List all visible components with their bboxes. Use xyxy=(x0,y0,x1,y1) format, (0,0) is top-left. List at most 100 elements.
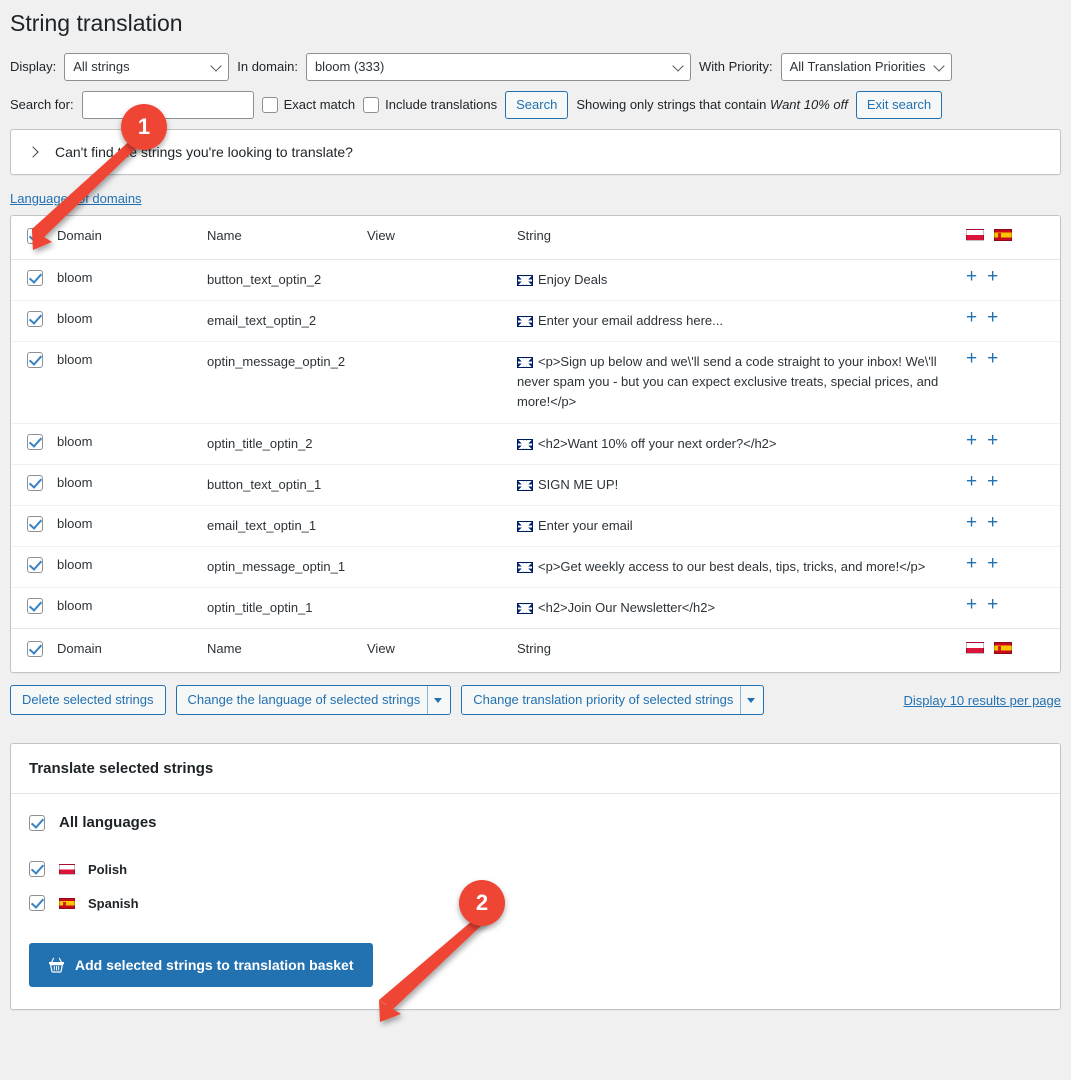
priority-select-value: All Translation Priorities xyxy=(789,59,926,75)
plus-icon[interactable]: + xyxy=(987,349,998,368)
footer-string[interactable]: String xyxy=(511,629,960,673)
header-languages xyxy=(960,216,1060,260)
plus-icon[interactable]: + xyxy=(966,349,977,368)
exit-search-button[interactable]: Exit search xyxy=(855,90,943,119)
plus-icon[interactable]: + xyxy=(987,431,998,450)
filter-row-search: Search for: Exact match Include translat… xyxy=(10,90,1061,119)
add-to-basket-button[interactable]: Add selected strings to translation bask… xyxy=(29,943,373,988)
polish-flag-icon xyxy=(966,228,984,241)
exact-match-checkbox[interactable] xyxy=(261,96,278,113)
uk-flag-icon xyxy=(517,274,533,286)
in-domain-label: In domain: xyxy=(237,59,298,75)
row-checkbox[interactable] xyxy=(27,515,43,532)
row-checkbox[interactable] xyxy=(27,598,43,615)
cell-string-text: Enter your email address here... xyxy=(538,313,723,329)
uk-flag-icon xyxy=(517,357,533,369)
plus-icon[interactable]: + xyxy=(966,431,977,450)
divider xyxy=(740,686,742,715)
search-button[interactable]: Search xyxy=(505,90,569,119)
plus-icon[interactable]: + xyxy=(966,267,977,286)
translate-selected-strings-panel: Translate selected strings All languages… xyxy=(10,743,1061,1011)
cell-domain: bloom xyxy=(57,433,93,449)
all-languages-option[interactable]: All languages xyxy=(29,814,1042,831)
page-root: String translation Display: All strings … xyxy=(0,0,1071,1011)
footer-name[interactable]: Name xyxy=(201,629,361,673)
uk-flag-icon xyxy=(517,603,533,615)
cell-name: optin_title_optin_2 xyxy=(207,435,313,451)
cell-string-text: <p>Get weekly access to our best deals, … xyxy=(538,559,926,575)
change-priority-dropdown[interactable]: Change translation priority of selected … xyxy=(461,685,765,716)
all-languages-checkbox[interactable] xyxy=(29,814,45,831)
include-translations-checkbox[interactable] xyxy=(363,96,380,113)
cell-string-text: <p>Sign up below and we\'ll send a code … xyxy=(517,354,939,410)
include-translations-label: Include translations xyxy=(385,97,498,113)
priority-select[interactable]: All Translation Priorities xyxy=(780,52,953,81)
change-language-label: Change the language of selected strings xyxy=(187,692,421,708)
cell-view xyxy=(361,588,511,629)
language-checkbox[interactable] xyxy=(29,895,45,912)
row-checkbox[interactable] xyxy=(27,311,43,328)
row-checkbox[interactable] xyxy=(27,474,43,491)
language-option-spanish[interactable]: Spanish xyxy=(29,895,1042,912)
chevron-right-icon xyxy=(27,146,39,158)
cell-add-translation: + + xyxy=(960,547,1060,588)
row-checkbox[interactable] xyxy=(27,557,43,574)
plus-icon[interactable]: + xyxy=(966,595,977,614)
plus-icon[interactable]: + xyxy=(966,472,977,491)
cell-string-text: SIGN ME UP! xyxy=(538,476,619,492)
cell-domain: bloom xyxy=(57,269,93,285)
include-translations-option[interactable]: Include translations xyxy=(363,96,498,113)
cell-view xyxy=(361,423,511,464)
results-per-page-link[interactable]: Display 10 results per page xyxy=(903,693,1061,708)
strings-table-body: bloom button_text_optin_2 Enjoy Deals + + blo… xyxy=(11,259,1060,628)
header-domain[interactable]: Domain xyxy=(51,216,201,260)
table-row: bloom email_text_optin_1 Enter your email +… xyxy=(11,505,1060,546)
domain-select[interactable]: bloom (333) xyxy=(305,52,691,81)
search-status-text: Showing only strings that contain Want 1… xyxy=(576,97,848,112)
cant-find-strings-accordion[interactable]: Can't find the strings you're looking to… xyxy=(10,128,1061,175)
cell-string: <p>Get weekly access to our best deals, … xyxy=(511,547,960,588)
change-language-dropdown[interactable]: Change the language of selected strings xyxy=(175,685,452,716)
exact-match-option[interactable]: Exact match xyxy=(261,96,355,113)
plus-icon[interactable]: + xyxy=(966,308,977,327)
plus-icon[interactable]: + xyxy=(966,554,977,573)
cell-name: optin_message_optin_2 xyxy=(207,354,346,370)
cell-add-translation: + + xyxy=(960,423,1060,464)
cell-name: button_text_optin_1 xyxy=(207,476,322,492)
plus-icon[interactable]: + xyxy=(987,595,998,614)
footer-domain[interactable]: Domain xyxy=(51,629,201,673)
language-label: Polish xyxy=(88,861,128,877)
header-string[interactable]: String xyxy=(511,216,960,260)
cell-add-translation: + + xyxy=(960,464,1060,505)
plus-icon[interactable]: + xyxy=(987,513,998,532)
header-view[interactable]: View xyxy=(361,216,511,260)
row-checkbox[interactable] xyxy=(27,269,43,286)
search-input[interactable] xyxy=(81,90,254,119)
plus-icon[interactable]: + xyxy=(966,513,977,532)
table-row: bloom button_text_optin_2 Enjoy Deals + + xyxy=(11,259,1060,300)
row-checkbox-cell xyxy=(11,423,51,464)
select-all-checkbox-footer[interactable] xyxy=(27,641,43,658)
row-checkbox[interactable] xyxy=(27,352,43,369)
footer-languages xyxy=(960,629,1060,673)
cell-domain: bloom xyxy=(57,557,93,573)
spanish-flag-icon xyxy=(993,642,1012,655)
header-name[interactable]: Name xyxy=(201,216,361,260)
display-select[interactable]: All strings xyxy=(64,52,230,81)
languages-of-domains-link[interactable]: Languages of domains xyxy=(10,191,142,206)
plus-icon[interactable]: + xyxy=(987,472,998,491)
plus-icon[interactable]: + xyxy=(987,308,998,327)
language-option-polish[interactable]: Polish xyxy=(29,861,1042,878)
select-all-checkbox[interactable] xyxy=(27,227,43,244)
with-priority-label: With Priority: xyxy=(698,59,773,75)
strings-table-foot: Domain Name View String xyxy=(11,628,1060,673)
footer-view[interactable]: View xyxy=(361,629,511,673)
delete-selected-strings-button[interactable]: Delete selected strings xyxy=(10,685,166,716)
language-checkbox[interactable] xyxy=(29,861,45,878)
row-checkbox[interactable] xyxy=(27,433,43,450)
plus-icon[interactable]: + xyxy=(987,554,998,573)
polish-flag-icon xyxy=(59,863,75,875)
cell-add-translation: + + xyxy=(960,588,1060,629)
table-row: bloom button_text_optin_1 SIGN ME UP! + + xyxy=(11,464,1060,505)
plus-icon[interactable]: + xyxy=(987,267,998,286)
